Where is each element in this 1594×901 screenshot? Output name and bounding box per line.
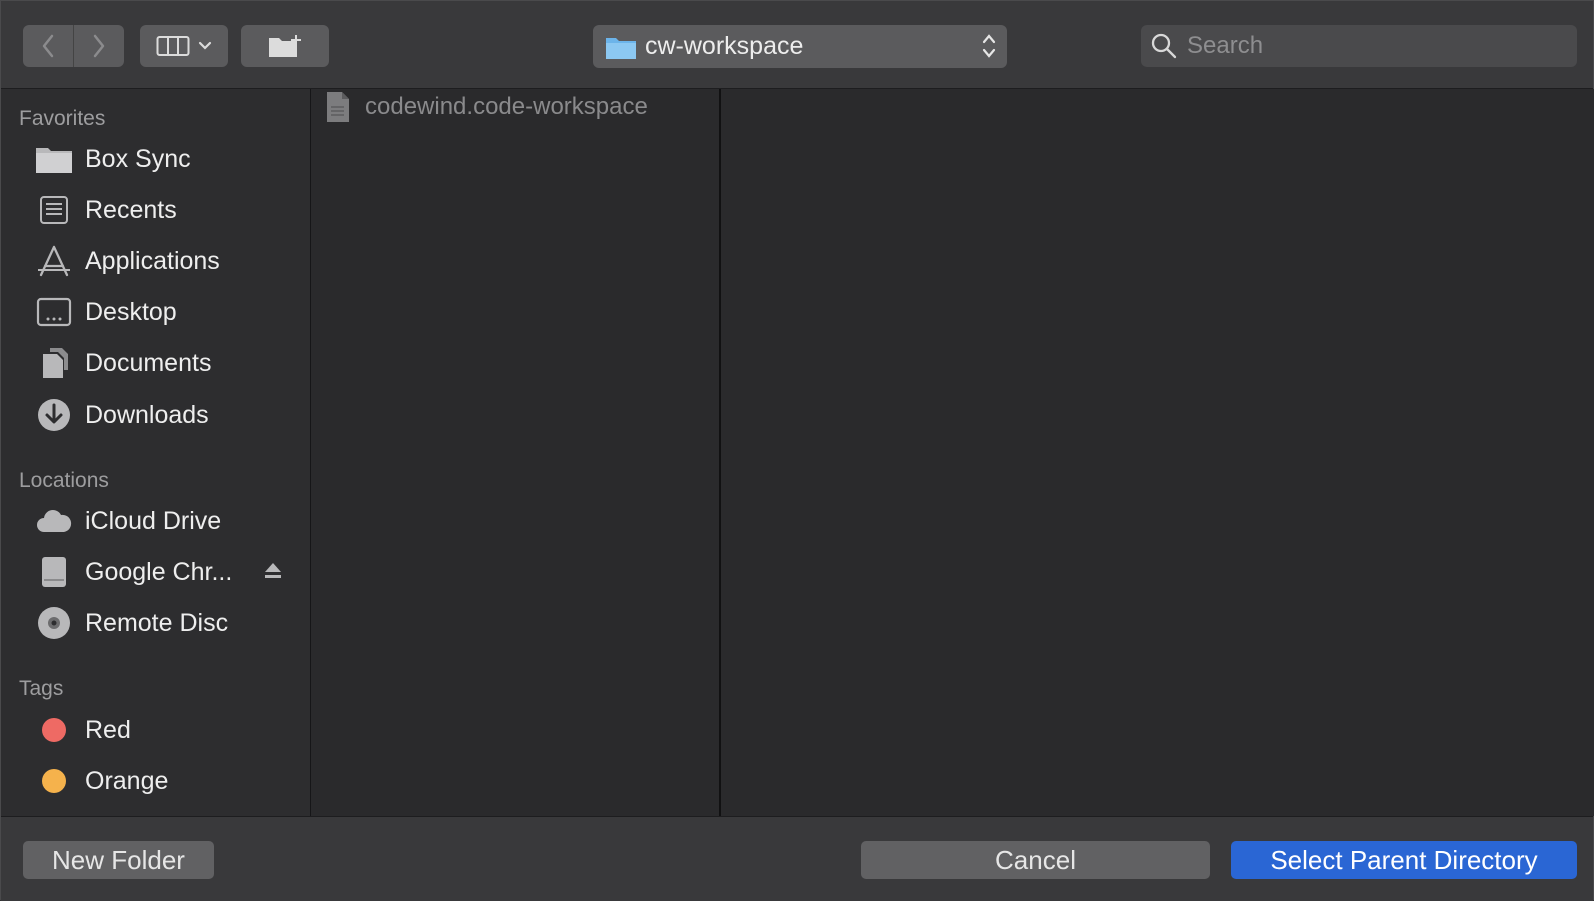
section-title-favorites: Favorites <box>19 107 106 130</box>
up-down-chevron-icon <box>982 34 996 58</box>
downloads-icon <box>35 396 73 434</box>
sidebar-item-desktop[interactable]: Desktop <box>35 292 177 332</box>
sidebar-item-icloud-drive[interactable]: iCloud Drive <box>35 501 221 541</box>
disc-icon <box>35 604 73 642</box>
file-row[interactable]: codewind.code-workspace <box>325 91 648 123</box>
sidebar-item-label: Recents <box>85 195 177 224</box>
chevron-right-icon <box>93 34 105 58</box>
view-mode-button[interactable] <box>140 25 228 67</box>
sidebar-item-recents[interactable]: Recents <box>35 190 177 230</box>
new-folder-button[interactable]: New Folder <box>23 841 214 879</box>
sidebar-item-box-sync[interactable]: Box Sync <box>35 139 191 179</box>
sidebar-item-tag-orange[interactable]: Orange <box>35 761 168 801</box>
folder-icon <box>606 37 636 59</box>
sidebar-item-tag-red[interactable]: Red <box>35 710 131 750</box>
recents-icon <box>35 191 73 229</box>
cancel-button[interactable]: Cancel <box>861 841 1210 879</box>
forward-button[interactable] <box>73 25 124 67</box>
document-icon <box>327 92 349 122</box>
back-button[interactable] <box>23 25 73 67</box>
documents-icon <box>35 344 73 382</box>
sidebar-item-documents[interactable]: Documents <box>35 343 211 383</box>
section-title-locations: Locations <box>19 469 109 492</box>
sidebar-item-label: Documents <box>85 348 212 377</box>
file-name: codewind.code-workspace <box>365 93 648 120</box>
sidebar-item-applications[interactable]: Applications <box>35 241 220 281</box>
search-icon <box>1151 33 1177 59</box>
new-folder-icon <box>269 35 301 57</box>
search-input[interactable] <box>1185 31 1549 61</box>
disk-icon <box>35 553 73 591</box>
tag-dot-wrapper <box>35 762 73 800</box>
eject-icon[interactable] <box>263 561 283 581</box>
section-title-tags: Tags <box>19 677 64 700</box>
folder-icon <box>35 140 73 178</box>
location-label: cw-workspace <box>645 32 804 60</box>
new-folder-toolbar-button[interactable] <box>241 25 329 67</box>
toolbar: cw-workspace <box>1 1 1593 89</box>
sidebar-item-label: Red <box>85 715 131 744</box>
sidebar-item-label: Google Chr... <box>85 557 233 586</box>
sidebar: Favorites Box Sync Recents Applications … <box>1 89 311 816</box>
sidebar-item-label: Downloads <box>85 400 209 429</box>
search-field[interactable] <box>1141 25 1577 67</box>
file-column-2 <box>721 89 1594 816</box>
nav-buttons <box>23 25 124 67</box>
cloud-icon <box>35 502 73 540</box>
desktop-icon <box>35 293 73 331</box>
sidebar-item-remote-disc[interactable]: Remote Disc <box>35 603 228 643</box>
sidebar-item-label: Applications <box>85 246 220 275</box>
sidebar-item-google-chrome[interactable]: Google Chr... <box>35 552 232 592</box>
sidebar-item-label: Box Sync <box>85 144 191 173</box>
applications-icon <box>35 242 73 280</box>
chevron-left-icon <box>42 34 54 58</box>
orange-tag-icon <box>42 769 66 793</box>
sidebar-item-label: iCloud Drive <box>85 506 222 535</box>
column-view-icon <box>156 36 190 56</box>
red-tag-icon <box>42 718 66 742</box>
sidebar-item-label: Desktop <box>85 297 177 326</box>
file-dialog: cw-workspace Favorites Box Sync <box>0 0 1594 901</box>
sidebar-item-label: Orange <box>85 766 169 795</box>
select-parent-directory-button[interactable]: Select Parent Directory <box>1231 841 1577 879</box>
chevron-down-icon <box>198 41 212 50</box>
file-column-1: codewind.code-workspace <box>311 89 721 816</box>
location-popup[interactable]: cw-workspace <box>593 25 1007 68</box>
sidebar-item-label: Remote Disc <box>85 608 229 637</box>
bottom-bar: New Folder Cancel Select Parent Director… <box>1 816 1593 901</box>
tag-dot-wrapper <box>35 711 73 749</box>
sidebar-item-downloads[interactable]: Downloads <box>35 395 209 435</box>
